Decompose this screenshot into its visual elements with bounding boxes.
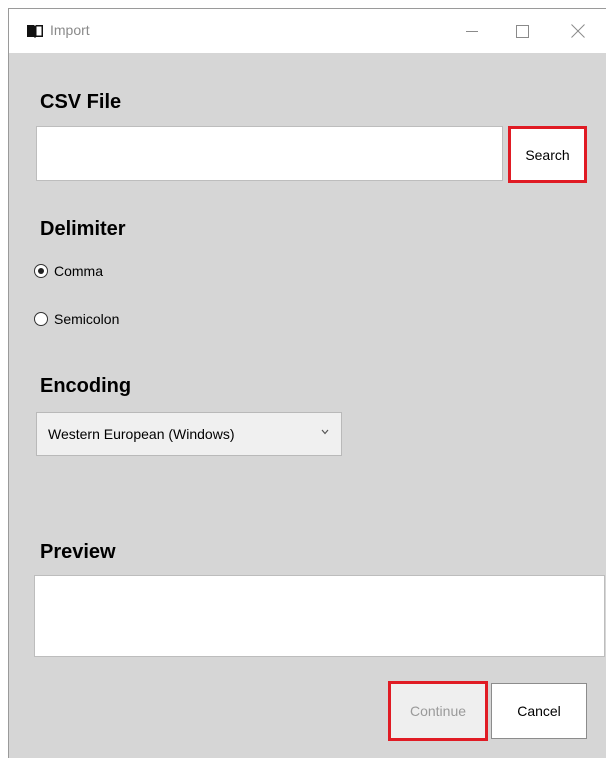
- radio-label: Semicolon: [54, 311, 120, 327]
- chevron-down-icon: [321, 429, 329, 435]
- title-bar: Import: [9, 9, 606, 53]
- radio-label: Comma: [54, 263, 104, 279]
- window-title: Import: [50, 22, 90, 38]
- book-icon: [26, 24, 44, 39]
- maximize-icon: [515, 24, 529, 38]
- delimiter-option-semicolon[interactable]: Semicolon: [34, 311, 119, 327]
- maximize-button[interactable]: [499, 9, 545, 53]
- encoding-heading: Encoding: [40, 375, 132, 397]
- preview-area: [34, 575, 605, 657]
- close-icon: [571, 24, 585, 38]
- delimiter-heading: Delimiter: [40, 218, 126, 240]
- minimize-icon: [466, 31, 478, 32]
- import-dialog: Import CSV File Search Delimiter Comma S…: [8, 8, 606, 758]
- csv-file-heading: CSV File: [40, 91, 122, 113]
- search-button[interactable]: Search: [508, 126, 587, 183]
- csv-file-path-input[interactable]: [36, 126, 503, 181]
- minimize-button[interactable]: [449, 9, 495, 53]
- continue-button[interactable]: Continue: [388, 681, 488, 741]
- close-button[interactable]: [555, 9, 601, 53]
- encoding-selected-value: Western European (Windows): [48, 426, 235, 442]
- preview-heading: Preview: [40, 541, 116, 563]
- cancel-button[interactable]: Cancel: [491, 683, 587, 739]
- radio-checked-icon[interactable]: [34, 264, 48, 278]
- delimiter-option-comma[interactable]: Comma: [34, 263, 103, 279]
- encoding-select[interactable]: Western European (Windows): [36, 412, 342, 456]
- radio-unchecked-icon[interactable]: [34, 312, 48, 326]
